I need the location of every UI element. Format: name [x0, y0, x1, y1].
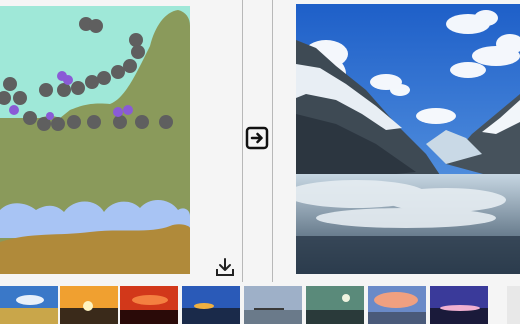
divider-right	[272, 0, 273, 282]
thumbnail-orange-sunset[interactable]	[60, 286, 118, 324]
generated-landscape-image	[296, 4, 520, 274]
divider-left	[242, 0, 243, 282]
thumbnail-green-sky-moon[interactable]	[306, 286, 364, 324]
thumbnail-dusk-sea[interactable]	[182, 286, 240, 324]
thumbnail-pink-clouds[interactable]	[368, 286, 426, 324]
download-button[interactable]	[212, 256, 238, 278]
thumbnail-blue-sky-shore[interactable]	[0, 286, 58, 324]
segmentation-canvas[interactable]	[0, 6, 190, 274]
output-image-panel	[296, 4, 520, 274]
download-icon	[216, 258, 234, 276]
arrow-right-in-box-icon	[245, 126, 269, 150]
thumbnail-purple-dusk[interactable]	[430, 286, 488, 324]
thumbnail-red-sunset[interactable]	[120, 286, 178, 324]
thumbnail-cloudy-pier[interactable]	[244, 286, 302, 324]
thumbnail-partial[interactable]	[492, 286, 520, 324]
convert-button[interactable]	[245, 126, 269, 150]
segmentation-canvas-panel	[0, 0, 192, 276]
thumbnail-gallery	[0, 284, 520, 324]
